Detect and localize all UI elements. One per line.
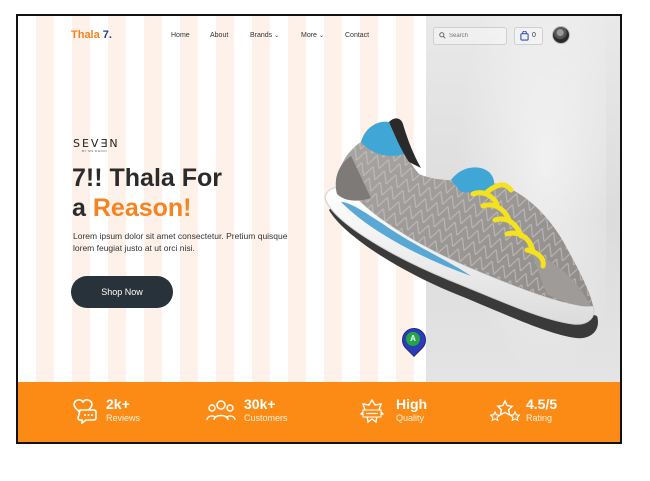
top-nav: Thala 7. Home About Brands ⌄ More ⌄ Contac… (18, 16, 620, 56)
stats-bar: 2k+ Reviews 30k+ Customers High Quality (18, 382, 620, 442)
high-quality-badge-icon (359, 398, 385, 424)
nav-link-label: Contact (345, 32, 370, 39)
stat-value: 4.5/5 (526, 396, 558, 412)
stat-reviews: 2k+ Reviews (70, 396, 180, 428)
chevron-down-icon: ⌄ (318, 33, 324, 39)
search-input[interactable] (449, 31, 503, 41)
headline-line-2: a Reason! (72, 193, 222, 223)
stat-customers: 30k+ Customers (206, 396, 326, 428)
nav-link-label: Home (171, 32, 190, 39)
users-icon (206, 400, 236, 421)
nav-link-label: Brands (250, 32, 273, 39)
stat-value: 30k+ (244, 396, 276, 412)
search-icon (439, 32, 446, 39)
browser-frame: Thala 7. Home About Brands ⌄ More ⌄ Contac… (16, 14, 622, 444)
stat-label: Reviews (106, 413, 141, 423)
headline-prefix: a (72, 194, 93, 222)
hero-headline: 7!! Thala For a Reason! (72, 163, 222, 223)
user-avatar[interactable] (552, 26, 570, 44)
cart-button[interactable]: 0 (514, 27, 543, 45)
stat-label: Rating (526, 413, 553, 423)
nav-link-contact[interactable]: Contact (345, 32, 369, 39)
hero-description: Lorem ipsum dolor sit amet consectetur. … (73, 231, 288, 253)
sneaker-image (324, 118, 599, 339)
stars-icon (490, 399, 520, 422)
shopping-bag-icon (520, 31, 529, 41)
nav-link-more[interactable]: More ⌄ (301, 32, 324, 39)
nav-link-label: More (301, 32, 317, 39)
hero-section: Thala 7. Home About Brands ⌄ More ⌄ Contac… (18, 16, 620, 382)
brand-logo: SEV∃N BY MS DHONI (73, 137, 120, 153)
site-logo[interactable]: Thala 7. (71, 29, 112, 41)
nav-link-about[interactable]: About (210, 32, 228, 39)
headline-highlight: Reason! (92, 194, 192, 222)
logo-text: Thala (71, 29, 100, 41)
heart-chat-icon (73, 399, 97, 424)
nav-link-home[interactable]: Home (171, 32, 190, 39)
stat-value: High (396, 396, 428, 412)
stat-rating: 4.5/5 Rating (490, 396, 590, 428)
nav-link-brands[interactable]: Brands ⌄ (250, 32, 279, 39)
search-box (433, 27, 507, 45)
stat-quality: High Quality (358, 396, 458, 428)
chevron-down-icon: ⌄ (274, 33, 280, 39)
location-pin-icon[interactable]: A (397, 323, 431, 357)
logo-number: 7. (102, 29, 112, 41)
stat-label: Quality (396, 413, 425, 423)
stat-value: 2k+ (106, 396, 130, 412)
marker-letter: A (406, 332, 420, 346)
shop-now-button[interactable]: Shop Now (71, 276, 173, 308)
headline-line-1: 7!! Thala For (72, 164, 223, 192)
cart-count: 0 (532, 32, 536, 39)
stat-label: Customers (244, 413, 288, 423)
nav-link-label: About (210, 32, 229, 39)
